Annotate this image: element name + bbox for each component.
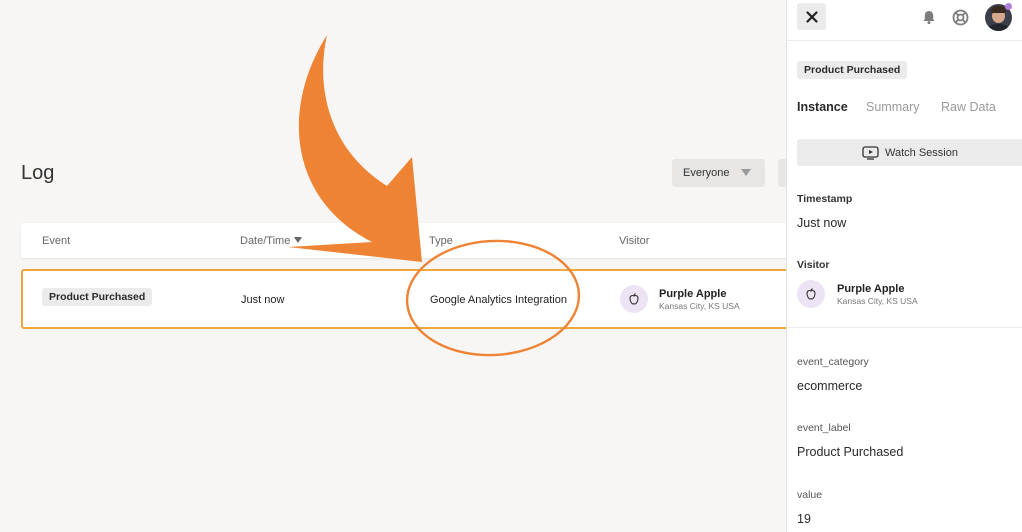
column-header-visitor[interactable]: Visitor bbox=[619, 235, 649, 247]
column-header-datetime[interactable]: Date/Time bbox=[240, 235, 303, 247]
close-icon bbox=[805, 10, 818, 23]
timestamp-label: Timestamp bbox=[797, 193, 853, 205]
column-header-type[interactable]: Type bbox=[429, 235, 453, 247]
table-row[interactable]: Product Purchased Just now Google Analyt… bbox=[21, 269, 793, 329]
table-header: Event Date/Time Type Visitor bbox=[21, 223, 791, 258]
panel-visitor-avatar bbox=[797, 280, 825, 308]
tab-summary[interactable]: Summary bbox=[866, 100, 919, 114]
apple-icon bbox=[806, 288, 816, 300]
field-value: Product Purchased bbox=[797, 445, 904, 459]
apple-icon bbox=[629, 293, 639, 305]
play-screen-icon bbox=[862, 145, 879, 160]
status-dot bbox=[1005, 3, 1012, 10]
field-key: value bbox=[797, 489, 823, 501]
event-detail-panel: Product Purchased Instance Summary Raw D… bbox=[786, 0, 1022, 532]
watch-session-label: Watch Session bbox=[885, 146, 958, 159]
close-button[interactable] bbox=[797, 3, 826, 30]
tab-raw-data[interactable]: Raw Data bbox=[941, 100, 996, 114]
visitor-location: Kansas City, KS USA bbox=[659, 300, 740, 311]
column-header-datetime-label: Date/Time bbox=[240, 235, 291, 247]
sort-desc-icon bbox=[294, 237, 303, 243]
row-type: Google Analytics Integration bbox=[430, 294, 567, 306]
bell-icon[interactable] bbox=[921, 9, 937, 25]
column-header-event[interactable]: Event bbox=[42, 235, 70, 247]
panel-visitor[interactable]: Purple Apple Kansas City, KS USA bbox=[797, 280, 918, 308]
field-key: event_category bbox=[797, 356, 869, 368]
chevron-down-icon bbox=[741, 169, 751, 176]
visitor-name: Purple Apple bbox=[659, 287, 727, 300]
watch-session-button[interactable]: Watch Session bbox=[797, 139, 1022, 166]
audience-filter-label: Everyone bbox=[683, 167, 730, 179]
panel-divider bbox=[787, 40, 1022, 41]
visitor-label: Visitor bbox=[797, 259, 830, 271]
lifebuoy-icon[interactable] bbox=[952, 9, 969, 26]
page-title: Log bbox=[21, 162, 55, 184]
field-value: 19 bbox=[797, 512, 811, 526]
panel-section-divider bbox=[787, 327, 1022, 328]
field-value: ecommerce bbox=[797, 379, 863, 393]
row-datetime: Just now bbox=[241, 294, 285, 306]
panel-event-badge: Product Purchased bbox=[797, 61, 908, 79]
audience-filter-dropdown[interactable]: Everyone bbox=[672, 159, 765, 187]
panel-visitor-name: Purple Apple bbox=[837, 282, 905, 295]
event-badge: Product Purchased bbox=[42, 288, 153, 306]
timestamp-value: Just now bbox=[797, 216, 847, 230]
panel-visitor-location: Kansas City, KS USA bbox=[837, 295, 918, 306]
field-key: event_label bbox=[797, 422, 851, 434]
visitor-avatar bbox=[620, 285, 648, 313]
tab-instance[interactable]: Instance bbox=[797, 100, 848, 114]
